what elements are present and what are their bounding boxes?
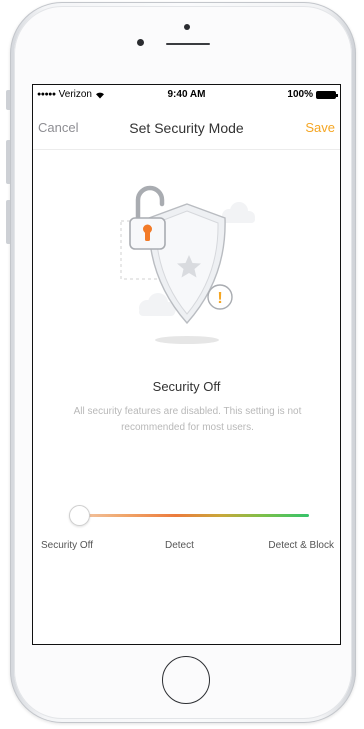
slider-option-security-off[interactable]: Security Off [41,540,93,551]
volume-down-button [6,200,10,244]
padlock-shackle [135,185,165,221]
warning-glyph: ! [217,290,222,307]
screen: ●●●●● Verizon 9:40 AM 100% Cancel Set Se… [32,84,341,645]
page: ●●●●● Verizon 9:40 AM 100% Cancel Set Se… [0,0,364,729]
front-camera [137,39,144,46]
battery-icon [316,90,338,99]
slider-thumb[interactable] [69,505,90,526]
mode-description: All security features are disabled. This… [73,406,302,433]
status-bar: ●●●●● Verizon 9:40 AM 100% [33,85,340,105]
slider-track[interactable] [79,514,309,517]
cloud-icon-right [222,202,255,223]
status-right: 100% [287,89,338,100]
nav-bar: Cancel Set Security Mode Save [33,107,340,150]
battery-percentage: 100% [287,89,313,100]
save-button[interactable]: Save [305,120,335,135]
illustration-shadow [155,336,219,344]
slider-option-detect[interactable]: Detect [165,540,194,551]
mute-switch [6,90,10,110]
proximity-sensor [184,24,190,30]
volume-up-button [6,140,10,184]
slider-option-detect-block[interactable]: Detect & Block [268,540,334,551]
earpiece-speaker [166,43,210,45]
mode-title: Security Off [152,379,221,394]
security-level-slider[interactable] [69,505,309,526]
keyhole-stem [145,230,150,241]
page-title: Set Security Mode [129,120,244,136]
security-off-illustration: ! [120,185,255,344]
home-button[interactable] [162,656,210,704]
